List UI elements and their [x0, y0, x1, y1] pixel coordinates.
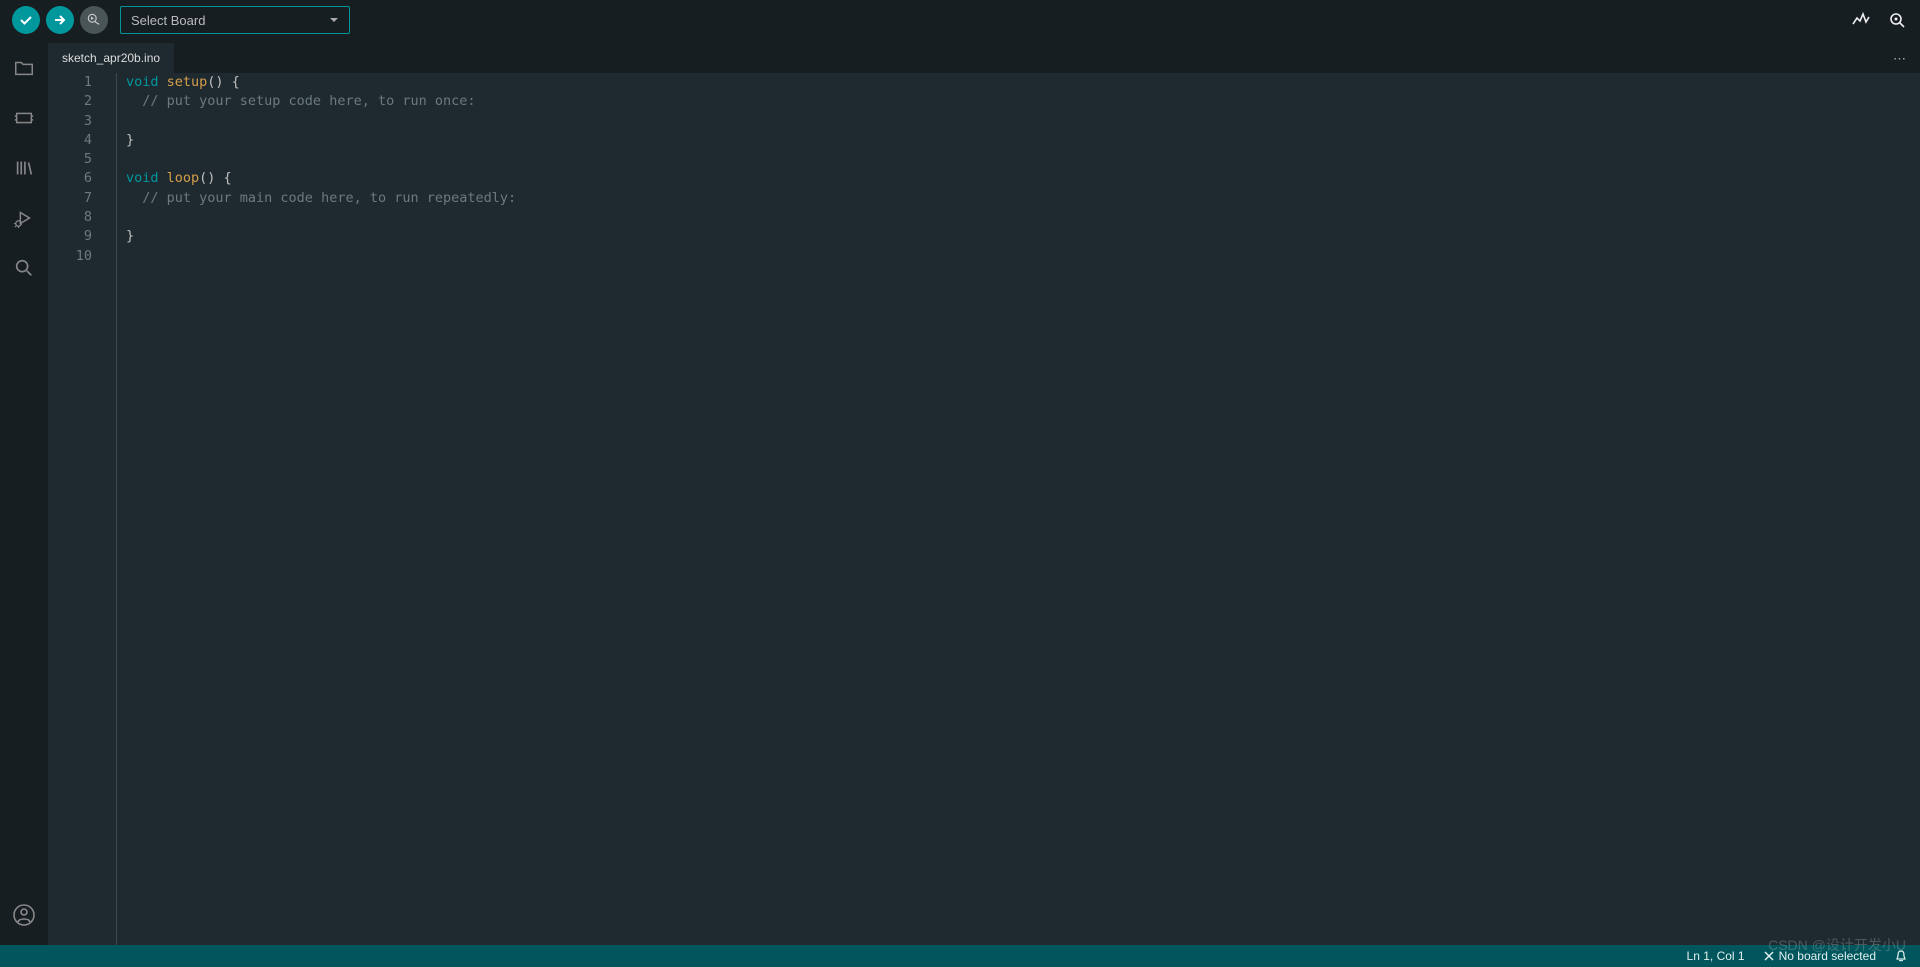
folder-icon	[13, 57, 35, 79]
debug-run-icon	[13, 207, 35, 229]
board-select-dropdown[interactable]: Select Board	[120, 6, 350, 34]
toolbar: Select Board	[0, 0, 1920, 40]
toolbar-right	[1850, 9, 1908, 31]
library-manager-button[interactable]	[10, 154, 38, 182]
board-status[interactable]: No board selected	[1763, 949, 1876, 963]
code-line[interactable]	[126, 150, 1920, 169]
code-line[interactable]: }	[126, 131, 1920, 150]
line-number: 8	[48, 208, 92, 227]
arrow-right-icon	[52, 12, 68, 28]
line-number: 1	[48, 73, 92, 92]
line-number: 7	[48, 189, 92, 208]
gutter-divider	[116, 73, 117, 945]
library-icon	[13, 157, 35, 179]
main-area: sketch_apr20b.ino ⋯ 12345678910 void set…	[0, 40, 1920, 945]
board-select-label: Select Board	[131, 13, 205, 28]
activity-bar	[0, 40, 48, 945]
code-line[interactable]	[126, 112, 1920, 131]
serial-monitor-button[interactable]	[1886, 9, 1908, 31]
code-line[interactable]: // put your setup code here, to run once…	[126, 92, 1920, 111]
status-bar: Ln 1, Col 1 No board selected	[0, 945, 1920, 967]
search-button[interactable]	[10, 254, 38, 282]
line-number: 10	[48, 247, 92, 266]
bell-icon	[1894, 949, 1908, 963]
code-line[interactable]	[126, 208, 1920, 227]
line-number: 9	[48, 227, 92, 246]
debug-play-icon	[87, 13, 101, 27]
upload-button[interactable]	[46, 6, 74, 34]
tab-bar: sketch_apr20b.ino ⋯	[48, 40, 1920, 73]
user-icon	[12, 903, 36, 927]
plotter-icon	[1851, 10, 1871, 30]
code-line[interactable]	[126, 247, 1920, 266]
line-number: 4	[48, 131, 92, 150]
magnify-icon	[1887, 10, 1907, 30]
file-tab[interactable]: sketch_apr20b.ino	[48, 43, 174, 73]
debug-panel-button[interactable]	[10, 204, 38, 232]
notification-button[interactable]	[1894, 949, 1908, 963]
code-line[interactable]: void setup() {	[126, 73, 1920, 92]
editor-area: sketch_apr20b.ino ⋯ 12345678910 void set…	[48, 40, 1920, 945]
line-number: 2	[48, 92, 92, 111]
line-number: 5	[48, 150, 92, 169]
code-line[interactable]: }	[126, 227, 1920, 246]
debug-button[interactable]	[80, 6, 108, 34]
ellipsis-icon: ⋯	[1893, 51, 1906, 66]
code-content[interactable]: void setup() { // put your setup code he…	[116, 73, 1920, 945]
check-icon	[18, 12, 34, 28]
code-line[interactable]: // put your main code here, to run repea…	[126, 189, 1920, 208]
line-number: 6	[48, 169, 92, 188]
tab-label: sketch_apr20b.ino	[62, 51, 160, 65]
search-icon	[13, 257, 35, 279]
code-editor[interactable]: 12345678910 void setup() { // put your s…	[48, 73, 1920, 945]
cursor-position[interactable]: Ln 1, Col 1	[1687, 949, 1745, 963]
x-icon	[1763, 950, 1775, 962]
chevron-down-icon	[329, 15, 339, 25]
account-button[interactable]	[10, 901, 38, 929]
boards-manager-button[interactable]	[10, 104, 38, 132]
verify-button[interactable]	[12, 6, 40, 34]
board-icon	[13, 107, 35, 129]
sketchbook-button[interactable]	[10, 54, 38, 82]
serial-plotter-button[interactable]	[1850, 9, 1872, 31]
tab-more-button[interactable]: ⋯	[1879, 45, 1920, 73]
line-gutter: 12345678910	[48, 73, 116, 945]
line-number: 3	[48, 112, 92, 131]
code-line[interactable]: void loop() {	[126, 169, 1920, 188]
